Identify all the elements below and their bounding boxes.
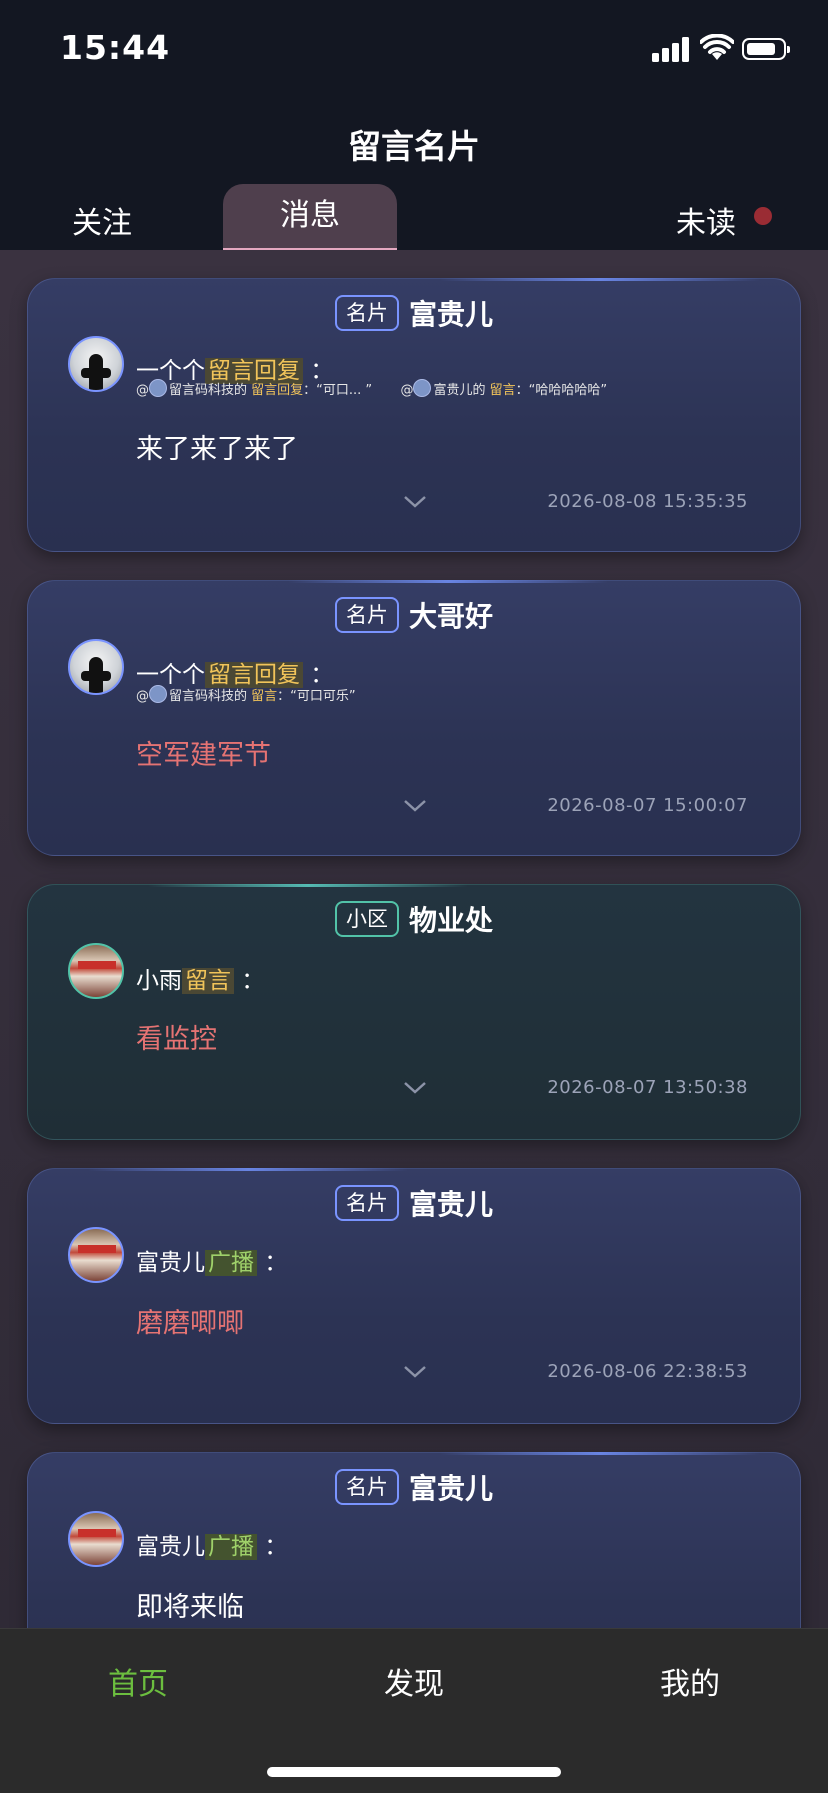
sender-name: 小雨: [136, 968, 182, 994]
timestamp: 2026-08-06 22:38:53: [547, 1361, 748, 1382]
colon: ：: [264, 1250, 288, 1276]
quote-text: ：“哈哈哈哈哈”: [515, 383, 608, 398]
wifi-icon: [700, 34, 734, 60]
quote-kind: 留言: [489, 383, 516, 398]
chevron-down-icon[interactable]: [402, 1359, 428, 1385]
header: 留言名片 关注 消息 未读: [0, 100, 828, 250]
tab-follow[interactable]: 关注: [72, 198, 132, 242]
mention-at: @: [136, 689, 149, 704]
quote-line: @ 留言码科技的 留言回复：“可口... ” @ 富贵儿的 留言：“哈哈哈哈哈”: [136, 379, 607, 398]
colon: ：: [264, 1534, 288, 1560]
avatar[interactable]: [68, 639, 124, 695]
nav-mine[interactable]: 我的: [590, 1659, 790, 1703]
home-indicator[interactable]: [267, 1767, 561, 1777]
card-name: 物业处: [408, 904, 493, 937]
colon: ：: [241, 968, 265, 994]
quote-kind: 留言: [251, 689, 278, 704]
status-time: 15:44: [60, 28, 171, 67]
card-name: 富贵儿: [408, 1472, 493, 1505]
quote-kind: 留言回复: [251, 383, 304, 398]
avatar[interactable]: [68, 336, 124, 392]
nav-home[interactable]: 首页: [38, 1659, 238, 1703]
unread-dot-icon: [754, 207, 772, 225]
quote-avatar: [149, 685, 167, 703]
tab-messages[interactable]: 消息: [223, 184, 397, 250]
card-header: 名片 富贵儿: [28, 1467, 800, 1507]
tab-unread[interactable]: 未读: [676, 198, 736, 242]
card-type-tag: 名片: [334, 1185, 399, 1221]
chevron-down-icon[interactable]: [402, 1075, 428, 1101]
quote-text: ：“可口可乐”: [277, 689, 356, 704]
card-name: 富贵儿: [408, 1188, 493, 1221]
card-type-tag: 名片: [334, 295, 399, 331]
card-header: 名片 大哥好: [28, 595, 800, 635]
avatar[interactable]: [68, 1227, 124, 1283]
timestamp: 2026-08-08 15:35:35: [547, 491, 748, 512]
message-list[interactable]: 名片 富贵儿 一个个 留言回复 ： @ 留言码科技的 留言回复：“可口... ” @…: [0, 250, 828, 1628]
card-name: 富贵儿: [408, 298, 493, 331]
quote-avatar: [413, 379, 432, 397]
card-type-tag: 小区: [334, 901, 399, 937]
message-text: 来了来了来了: [136, 434, 298, 465]
action-badge: 广播: [205, 1534, 257, 1560]
card-type-tag: 名片: [334, 597, 399, 633]
mention-at: @: [136, 383, 149, 398]
quote-author: 富贵儿的: [433, 383, 486, 398]
action-badge: 留言: [182, 968, 234, 994]
sender-name: 富贵儿: [136, 1250, 205, 1276]
cellular-signal-icon: [652, 36, 690, 62]
sender-line: 富贵儿 广播 ：: [136, 1243, 287, 1277]
message-card[interactable]: 名片 富贵儿 富贵儿 广播 ： 即将来临: [27, 1452, 801, 1628]
message-card[interactable]: 名片 富贵儿 富贵儿 广播 ： 磨磨唧唧 2026-08-06 22:38:53: [27, 1168, 801, 1424]
sender-line: 富贵儿 广播 ：: [136, 1527, 287, 1561]
battery-icon: [742, 38, 790, 60]
mention-at: @: [400, 383, 414, 398]
message-card[interactable]: 名片 大哥好 一个个 留言回复 ： @ 留言码科技的 留言：“可口可乐” 空军建军节…: [27, 580, 801, 856]
message-card[interactable]: 小区 物业处 小雨 留言 ： 看监控 2026-08-07 13:50:38: [27, 884, 801, 1140]
nav-discover[interactable]: 发现: [314, 1659, 514, 1703]
message-text: 空军建军节: [136, 740, 271, 771]
card-header: 小区 物业处: [28, 899, 800, 939]
timestamp: 2026-08-07 15:00:07: [547, 795, 748, 816]
card-header: 名片 富贵儿: [28, 1183, 800, 1223]
card-header: 名片 富贵儿: [28, 293, 800, 333]
page-title: 留言名片: [348, 127, 480, 166]
quote-avatar: [149, 379, 167, 397]
message-text: 即将来临: [136, 1592, 244, 1623]
timestamp: 2026-08-07 13:50:38: [547, 1077, 748, 1098]
quote-line: @ 留言码科技的 留言：“可口可乐”: [136, 685, 356, 704]
sender-line: 小雨 留言 ：: [136, 961, 264, 995]
message-text: 看监控: [136, 1024, 217, 1055]
avatar[interactable]: [68, 1511, 124, 1567]
message-card[interactable]: 名片 富贵儿 一个个 留言回复 ： @ 留言码科技的 留言回复：“可口... ” @…: [27, 278, 801, 552]
card-type-tag: 名片: [334, 1469, 399, 1505]
chevron-down-icon[interactable]: [402, 489, 428, 515]
sender-name: 富贵儿: [136, 1534, 205, 1560]
avatar[interactable]: [68, 943, 124, 999]
quote-author: 留言码科技的: [169, 689, 248, 704]
quote-text: ：“可口... ”: [303, 383, 373, 398]
action-badge: 广播: [205, 1250, 257, 1276]
sender-line: 一个个 留言回复 ：: [136, 655, 333, 689]
card-name: 大哥好: [408, 600, 493, 633]
chevron-down-icon[interactable]: [402, 793, 428, 819]
status-bar: 15:44: [0, 0, 828, 100]
quote-author: 留言码科技的: [169, 383, 248, 398]
message-text: 磨磨唧唧: [136, 1308, 244, 1339]
